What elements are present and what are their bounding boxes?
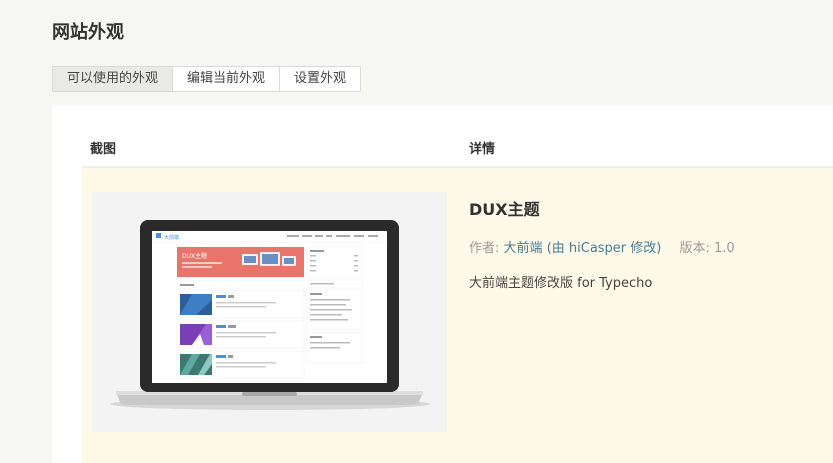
preview-banner-title: DUX主题	[182, 252, 207, 260]
tab-edit-current-theme[interactable]: 编辑当前外观	[173, 67, 281, 91]
author-label: 作者:	[469, 241, 500, 256]
column-header-details: 详情	[469, 142, 496, 157]
themes-panel: 截图 详情 大前端 DUX主题 DUX主题 作者: 大前端 (由 hiCaspe…	[52, 105, 833, 463]
laptop-preview-image: 大前端 DUX主题	[110, 220, 430, 410]
theme-description: 大前端主题修改版 for Typecho	[469, 276, 653, 291]
theme-row: 大前端 DUX主题 DUX主题 作者: 大前端 (由 hiCasper 修改) …	[82, 168, 833, 463]
author-link[interactable]: 大前端	[504, 241, 543, 256]
theme-meta: 作者: 大前端 (由 hiCasper 修改) 版本: 1.0	[469, 237, 735, 256]
version-value: 1.0	[714, 241, 735, 256]
version-label: 版本:	[679, 241, 710, 256]
theme-name: DUX主题	[469, 200, 540, 219]
tab-available-themes[interactable]: 可以使用的外观	[53, 67, 174, 91]
column-header-screenshot: 截图	[90, 142, 117, 157]
author-modifier: (由 hiCasper 修改)	[546, 241, 662, 256]
page-title: 网站外观	[52, 22, 124, 43]
preview-site-name: 大前端	[164, 234, 179, 241]
theme-tabs: 可以使用的外观 编辑当前外观 设置外观	[52, 66, 362, 92]
theme-screenshot[interactable]: 大前端 DUX主题	[92, 192, 447, 432]
tab-theme-settings[interactable]: 设置外观	[280, 67, 360, 91]
